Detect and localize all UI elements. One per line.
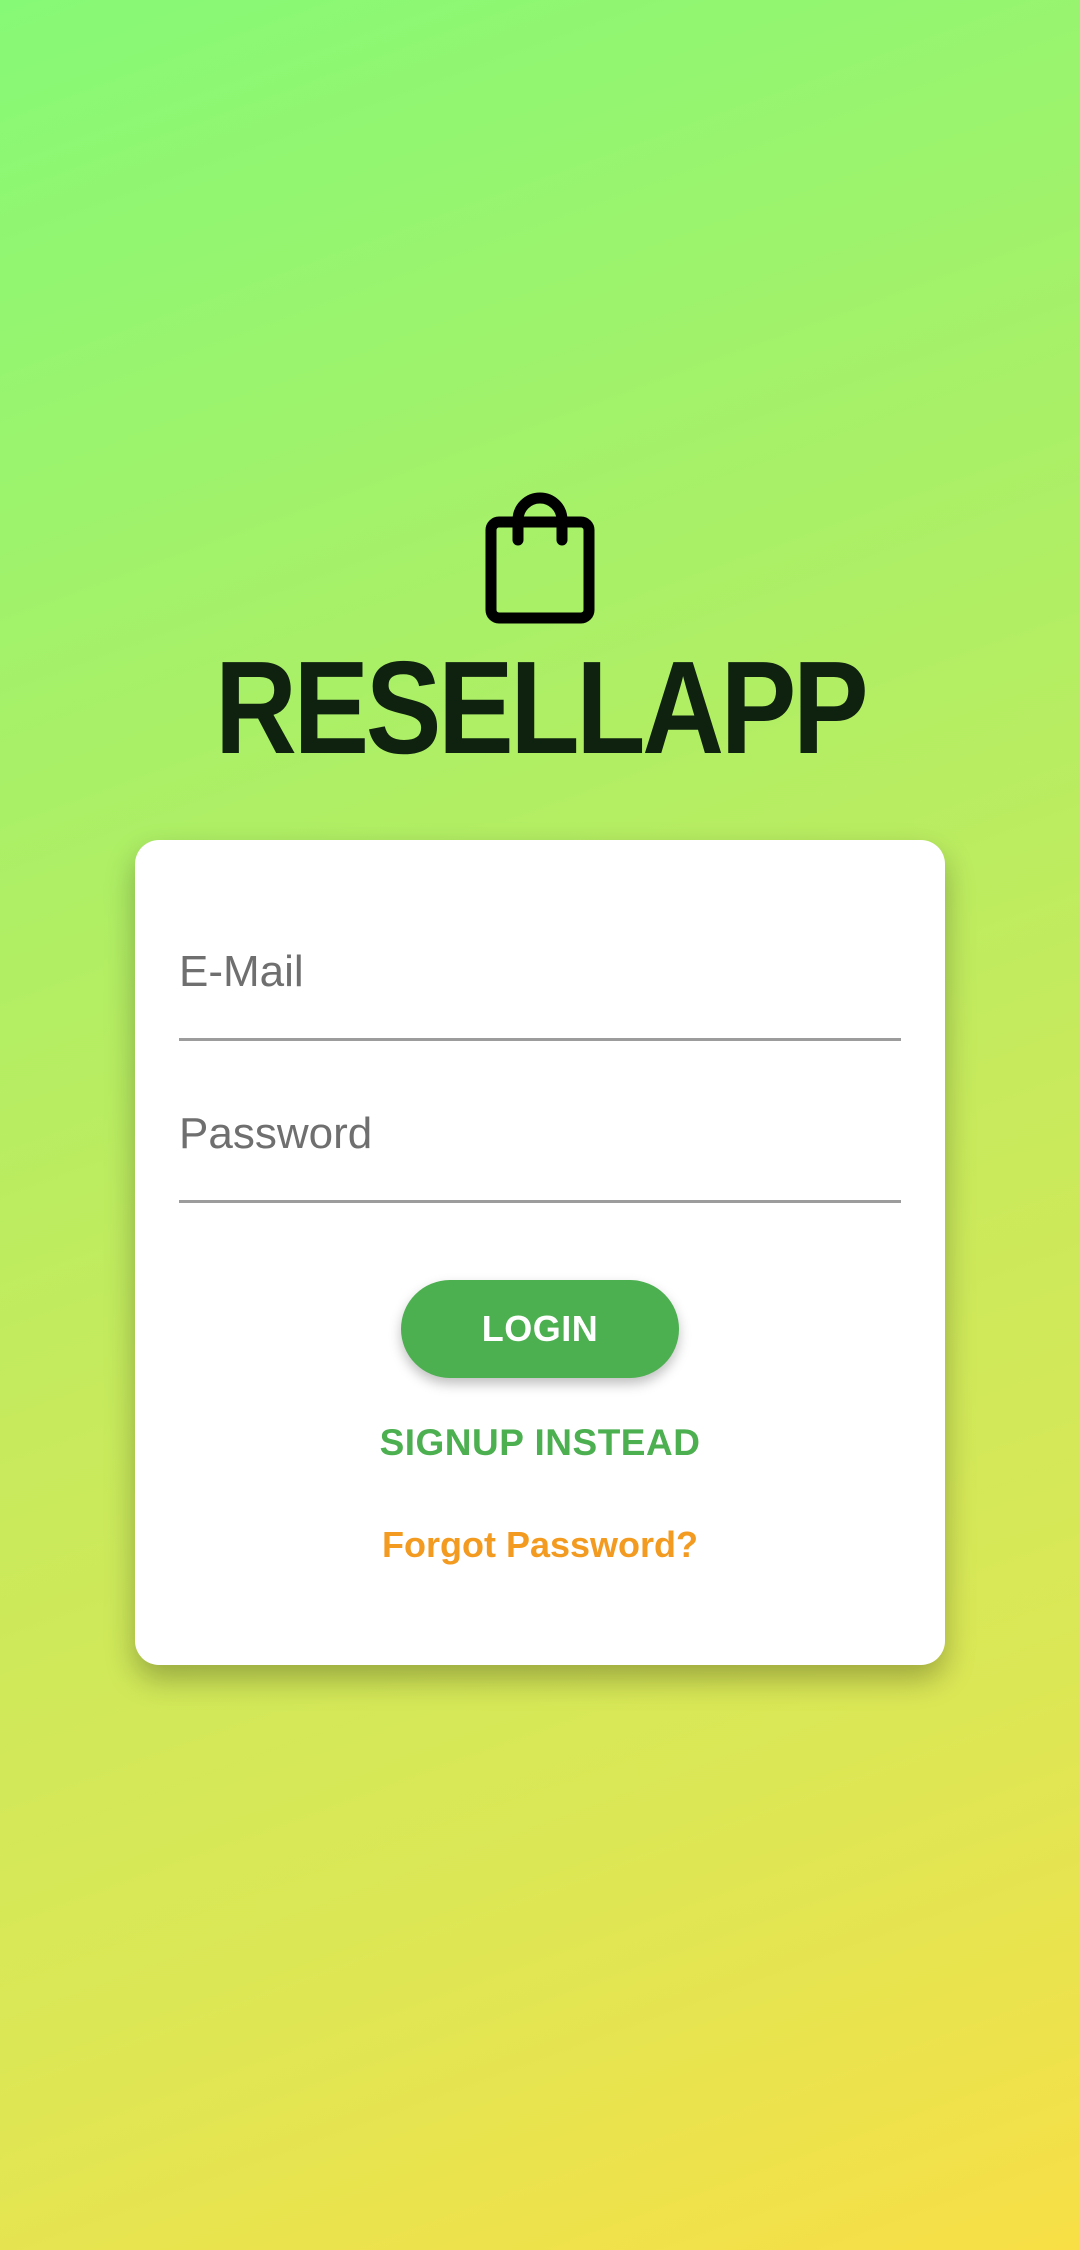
email-field[interactable] xyxy=(179,928,901,1041)
app-title: RESELLAPP xyxy=(214,634,869,781)
shopping-bag-icon xyxy=(485,492,595,624)
email-input[interactable] xyxy=(179,928,901,1038)
login-card: LOGIN SIGNUP INSTEAD Forgot Password? xyxy=(135,840,945,1665)
forgot-password-link[interactable]: Forgot Password? xyxy=(135,1524,945,1566)
password-input[interactable] xyxy=(179,1090,901,1200)
login-button[interactable]: LOGIN xyxy=(401,1280,679,1378)
signup-instead-button[interactable]: SIGNUP INSTEAD xyxy=(135,1422,945,1464)
brand-header: RESELLAPP xyxy=(0,490,1080,781)
password-field[interactable] xyxy=(179,1090,901,1203)
